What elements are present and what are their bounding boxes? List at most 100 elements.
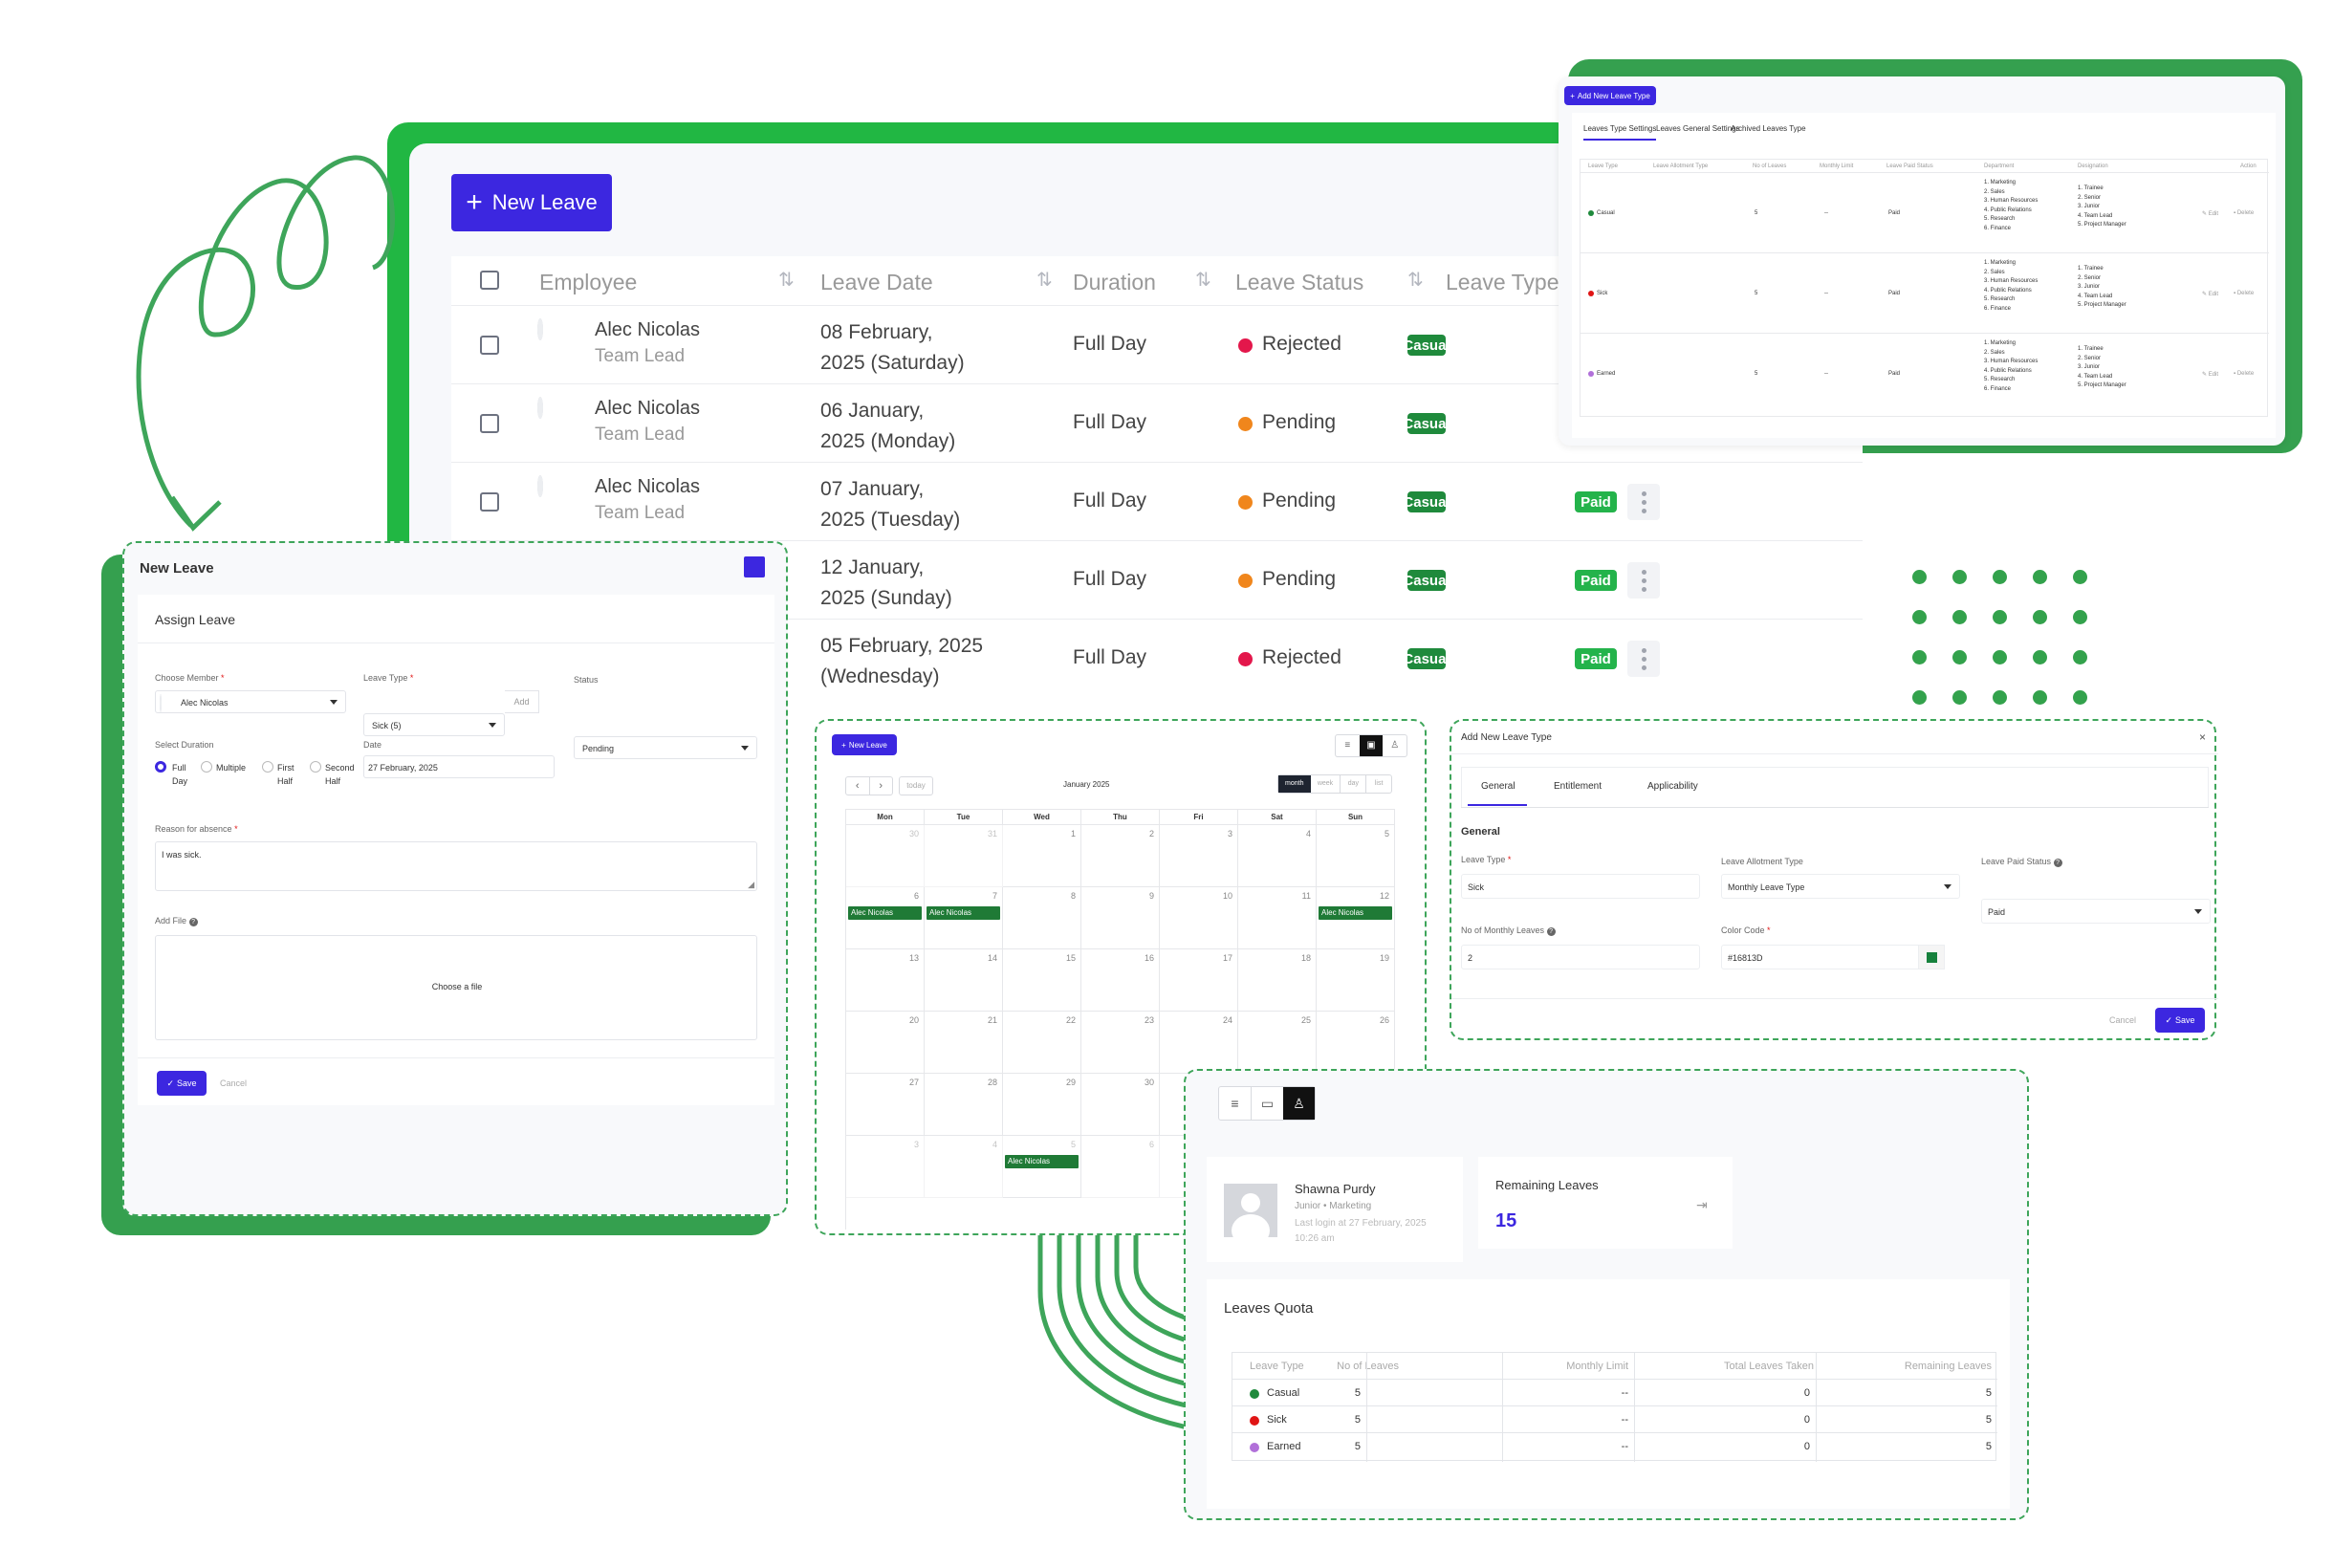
calendar-day[interactable]: 11	[1238, 887, 1317, 949]
calendar-day[interactable]: 19	[1317, 949, 1395, 1012]
calendar-day[interactable]: 16	[1081, 949, 1160, 1012]
calendar-day[interactable]: 31	[925, 825, 1003, 887]
tab-general[interactable]: General	[1481, 781, 1515, 792]
color-code-input[interactable]: #16813D	[1721, 945, 1945, 969]
add-new-leave-type-button[interactable]: + Add New Leave Type	[1564, 86, 1656, 105]
calendar-day[interactable]: 5 Alec Nicolas	[1003, 1136, 1081, 1198]
calendar-day[interactable]: 23	[1081, 1012, 1160, 1074]
calendar-day[interactable]: 21	[925, 1012, 1003, 1074]
user-view-icon[interactable]: ♙	[1383, 735, 1406, 756]
calendar-event[interactable]: Alec Nicolas	[1005, 1155, 1079, 1168]
employee-name[interactable]: Alec Nicolas	[595, 398, 700, 420]
calendar-day[interactable]: 14	[925, 949, 1003, 1012]
date-input[interactable]: 27 February, 2025	[363, 755, 555, 778]
row-actions-menu[interactable]	[1627, 484, 1660, 520]
monthly-leaves-input[interactable]: 2	[1461, 945, 1700, 969]
calendar-day[interactable]: 28	[925, 1074, 1003, 1136]
user-view-icon[interactable]: ♙	[1283, 1087, 1315, 1120]
calendar-view-icon[interactable]: ▭	[1251, 1087, 1283, 1120]
file-dropzone[interactable]: Choose a file	[155, 935, 757, 1040]
tab-list[interactable]: list	[1365, 775, 1391, 793]
row-actions-menu[interactable]	[1627, 641, 1660, 677]
calendar-day[interactable]: 27	[846, 1074, 925, 1136]
calendar-day[interactable]: 18	[1238, 949, 1317, 1012]
calendar-day[interactable]: 29	[1003, 1074, 1081, 1136]
calendar-day[interactable]: 30	[1081, 1074, 1160, 1136]
choose-member-select[interactable]: Alec Nicolas	[155, 690, 346, 713]
calendar-day[interactable]: 10	[1160, 887, 1238, 949]
col-employee[interactable]: Employee	[539, 270, 637, 295]
sign-out-icon[interactable]: ⇥	[1696, 1197, 1708, 1213]
calendar-day[interactable]: 25	[1238, 1012, 1317, 1074]
calendar-day[interactable]: 3	[1160, 825, 1238, 887]
employee-name[interactable]: Alec Nicolas	[595, 476, 700, 498]
tab-month[interactable]: month	[1278, 775, 1311, 793]
calendar-day[interactable]: 1	[1003, 825, 1081, 887]
calendar-day[interactable]: 7 Alec Nicolas	[925, 887, 1003, 949]
sort-icon[interactable]: ⇅	[1407, 268, 1424, 292]
tab-entitlement[interactable]: Entitlement	[1554, 781, 1602, 792]
sort-icon[interactable]: ⇅	[1036, 268, 1053, 292]
calendar-day[interactable]: 6	[1081, 1136, 1160, 1198]
calendar-day[interactable]: 2	[1081, 825, 1160, 887]
calendar-day[interactable]: 22	[1003, 1012, 1081, 1074]
tab-week[interactable]: week	[1311, 775, 1341, 793]
col-leave-date[interactable]: Leave Date	[820, 270, 933, 295]
tab-archived-leaves-type[interactable]: Archived Leaves Type	[1731, 124, 1806, 133]
tab-leaves-general-settings[interactable]: Leaves General Settings	[1656, 124, 1740, 133]
save-button[interactable]: ✓ Save	[2155, 1008, 2205, 1033]
cancel-button[interactable]: Cancel	[220, 1078, 247, 1088]
employee-name[interactable]: Alec Nicolas	[595, 319, 700, 341]
col-leave-status[interactable]: Leave Status	[1235, 270, 1363, 295]
calendar-event[interactable]: Alec Nicolas	[1319, 906, 1392, 920]
sort-icon[interactable]: ⇅	[1195, 268, 1211, 292]
row-checkbox[interactable]	[480, 336, 499, 355]
resize-handle-icon[interactable]: ◢	[748, 880, 754, 890]
paid-status-select[interactable]: Paid	[1981, 899, 2211, 924]
row-checkbox[interactable]	[480, 492, 499, 512]
edit-link[interactable]: ✎ Edit	[2202, 371, 2218, 378]
calendar-day[interactable]: 17	[1160, 949, 1238, 1012]
row-actions-menu[interactable]	[1627, 562, 1660, 599]
sort-icon[interactable]: ⇅	[778, 268, 795, 292]
cancel-button[interactable]: Cancel	[2109, 1015, 2136, 1025]
calendar-day[interactable]: 24	[1160, 1012, 1238, 1074]
calendar-day[interactable]: 15	[1003, 949, 1081, 1012]
add-leave-type-button[interactable]: Add	[505, 690, 539, 713]
chevron-right-icon[interactable]: ›	[868, 777, 893, 795]
calendar-day[interactable]: 5	[1317, 825, 1395, 887]
close-icon[interactable]	[744, 556, 765, 577]
calendar-event[interactable]: Alec Nicolas	[848, 906, 922, 920]
calendar-event[interactable]: Alec Nicolas	[927, 906, 1000, 920]
calendar-day[interactable]: 26	[1317, 1012, 1395, 1074]
today-button[interactable]: today	[899, 776, 933, 795]
edit-link[interactable]: ✎ Edit	[2202, 291, 2218, 297]
calendar-day[interactable]: 4	[925, 1136, 1003, 1198]
employee-name[interactable]: Shawna Purdy	[1295, 1182, 1376, 1196]
row-checkbox[interactable]	[480, 414, 499, 433]
tab-day[interactable]: day	[1340, 775, 1365, 793]
select-all-checkbox[interactable]	[480, 271, 499, 290]
new-leave-button[interactable]: + New Leave	[451, 174, 612, 231]
calendar-day[interactable]: 8	[1003, 887, 1081, 949]
calendar-day[interactable]: 6 Alec Nicolas	[846, 887, 925, 949]
status-select[interactable]: Pending	[574, 736, 757, 759]
allotment-type-select[interactable]: Monthly Leave Type	[1721, 874, 1960, 899]
calendar-day[interactable]: 9	[1081, 887, 1160, 949]
tab-applicability[interactable]: Applicability	[1647, 781, 1698, 792]
close-icon[interactable]: ×	[2199, 730, 2206, 744]
delete-link[interactable]: ▪ Delete	[2234, 291, 2254, 296]
list-view-icon[interactable]: ≡	[1336, 735, 1360, 756]
delete-link[interactable]: ▪ Delete	[2234, 210, 2254, 216]
calendar-day[interactable]: 3	[846, 1136, 925, 1198]
color-swatch[interactable]	[1918, 945, 1945, 969]
chevron-left-icon[interactable]: ‹	[846, 777, 869, 795]
calendar-view-icon[interactable]: ▣	[1359, 735, 1384, 756]
list-view-icon[interactable]: ≡	[1219, 1087, 1251, 1120]
tab-leaves-type-settings[interactable]: Leaves Type Settings	[1583, 124, 1657, 141]
edit-link[interactable]: ✎ Edit	[2202, 210, 2218, 217]
reason-textarea[interactable]: I was sick. ◢	[155, 841, 757, 891]
delete-link[interactable]: ▪ Delete	[2234, 371, 2254, 377]
col-leave-type[interactable]: Leave Type	[1446, 270, 1559, 295]
calendar-day[interactable]: 20	[846, 1012, 925, 1074]
